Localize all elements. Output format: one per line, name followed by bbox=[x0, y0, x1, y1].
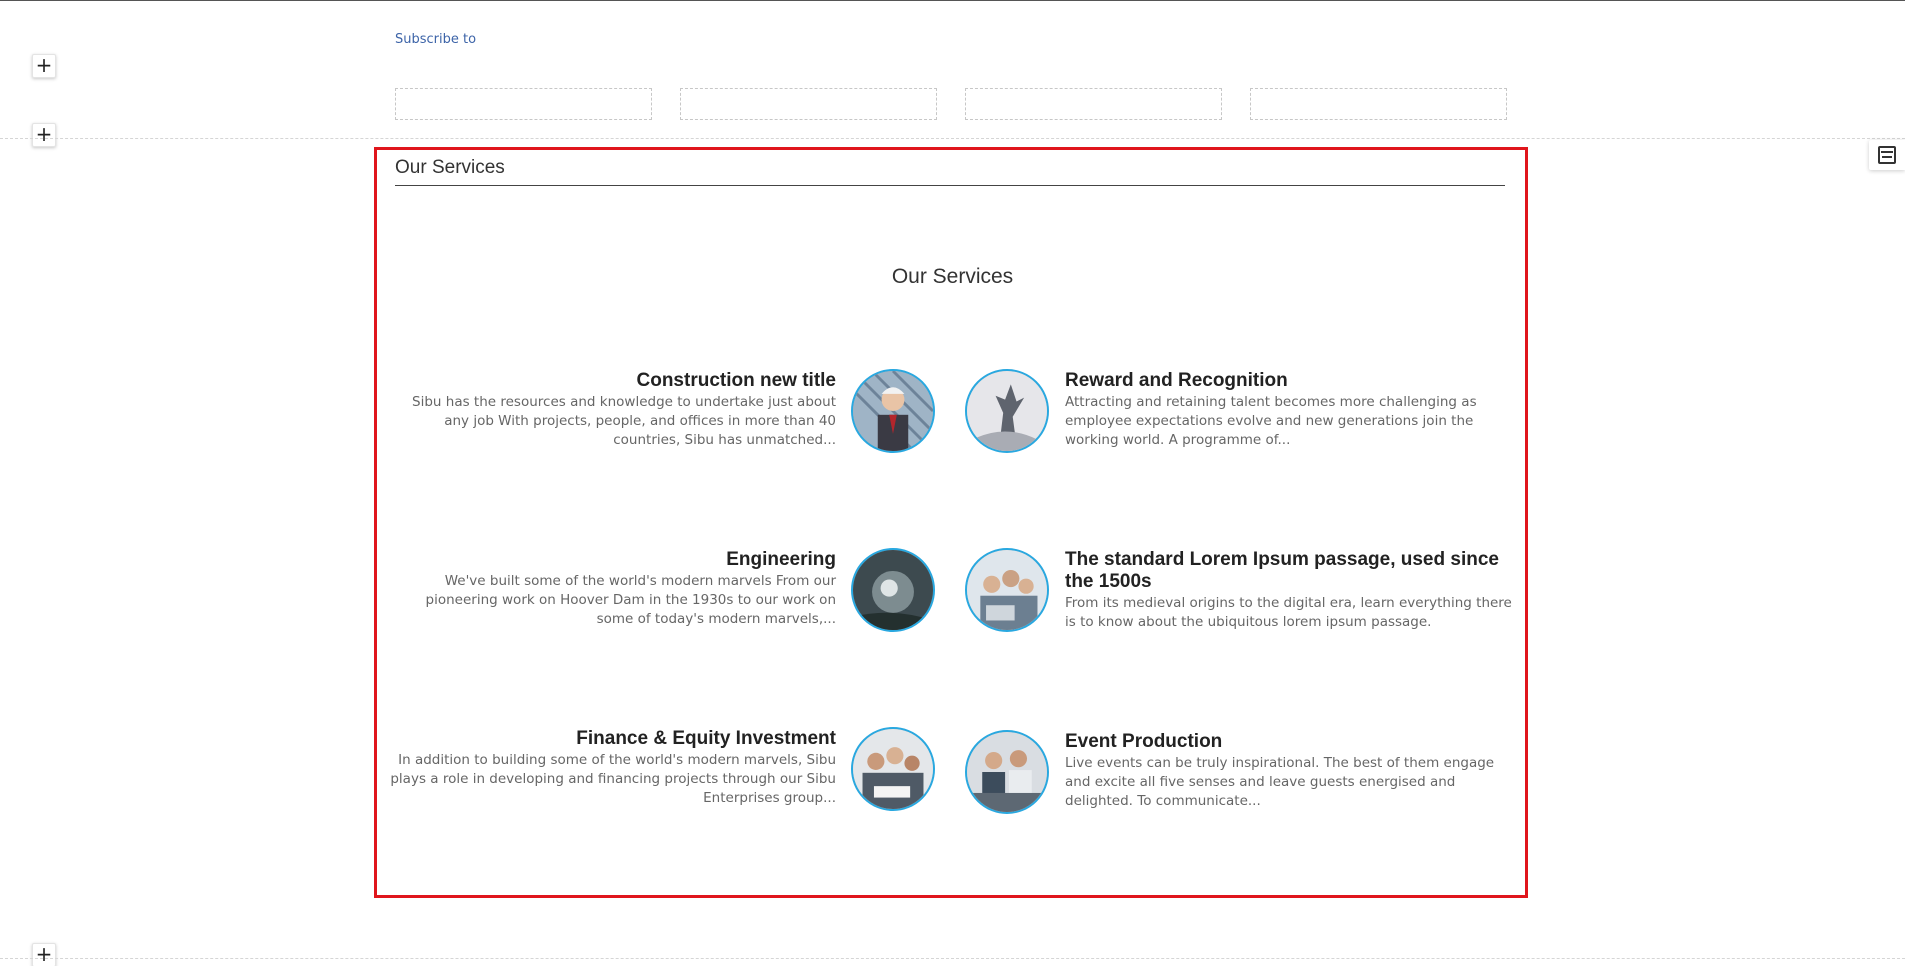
subscribe-placeholder-3[interactable] bbox=[965, 88, 1222, 120]
service-image-engineering bbox=[851, 548, 935, 632]
section-title: Our Services bbox=[395, 157, 505, 178]
service-image-reward bbox=[965, 369, 1049, 453]
subscribe-placeholder-2[interactable] bbox=[680, 88, 937, 120]
layout-icon bbox=[1878, 146, 1896, 164]
subscribe-link[interactable]: Subscribe to bbox=[395, 32, 476, 47]
service-title: The standard Lorem Ipsum passage, used s… bbox=[1065, 549, 1499, 592]
service-title: Finance & Equity Investment bbox=[576, 728, 836, 749]
section-title-underline bbox=[395, 185, 1505, 186]
service-description: Sibu has the resources and knowledge to … bbox=[412, 394, 836, 448]
service-image-event bbox=[965, 730, 1049, 814]
service-description: In addition to building some of the worl… bbox=[390, 752, 836, 806]
service-item-event[interactable]: Event Production Live events can be trul… bbox=[1065, 731, 1515, 811]
top-divider bbox=[0, 0, 1905, 1]
subscribe-placeholder-4[interactable] bbox=[1250, 88, 1507, 120]
service-description: We've built some of the world's modern m… bbox=[425, 573, 836, 627]
block-separator bbox=[0, 138, 1905, 139]
add-block-button-1[interactable]: + bbox=[32, 54, 56, 78]
service-image-lorem bbox=[965, 548, 1049, 632]
block-separator-bottom bbox=[0, 958, 1905, 959]
service-item-lorem[interactable]: The standard Lorem Ipsum passage, used s… bbox=[1065, 549, 1515, 632]
service-title: Engineering bbox=[726, 549, 836, 570]
subscribe-placeholder-1[interactable] bbox=[395, 88, 652, 120]
block-settings-button[interactable] bbox=[1869, 140, 1905, 170]
service-title: Reward and Recognition bbox=[1065, 370, 1288, 391]
services-heading: Our Services bbox=[891, 265, 1014, 288]
service-item-engineering[interactable]: Engineering We've built some of the worl… bbox=[386, 549, 836, 629]
service-item-reward[interactable]: Reward and Recognition Attracting and re… bbox=[1065, 370, 1515, 450]
service-item-construction[interactable]: Construction new title Sibu has the reso… bbox=[386, 370, 836, 450]
service-description: Attracting and retaining talent becomes … bbox=[1065, 394, 1477, 448]
service-image-construction bbox=[851, 369, 935, 453]
add-block-button-2[interactable]: + bbox=[32, 123, 56, 147]
service-description: From its medieval origins to the digital… bbox=[1065, 595, 1512, 630]
service-image-finance bbox=[851, 727, 935, 811]
service-title: Construction new title bbox=[636, 370, 837, 391]
service-title: Event Production bbox=[1065, 731, 1223, 752]
service-item-finance[interactable]: Finance & Equity Investment In addition … bbox=[386, 728, 836, 808]
service-description: Live events can be truly inspirational. … bbox=[1065, 755, 1495, 809]
add-block-button-3[interactable]: + bbox=[32, 943, 56, 966]
